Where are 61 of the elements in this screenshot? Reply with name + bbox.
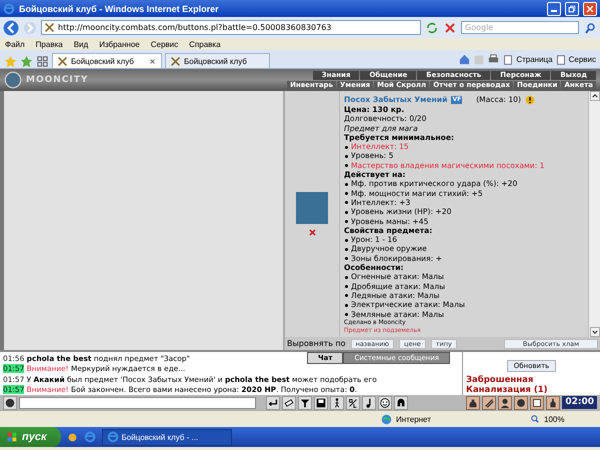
command-button[interactable]: Сервис — [568, 55, 596, 64]
search-field[interactable]: Google — [461, 21, 579, 34]
item-picture — [296, 192, 328, 224]
game-logo: MOONCITY — [26, 75, 88, 85]
person-icon[interactable] — [499, 396, 512, 408]
browser-logo-icon — [106, 431, 119, 443]
quick-tabs-icon[interactable] — [36, 55, 49, 68]
menu-item[interactable]: Избранное — [99, 40, 140, 48]
address-field[interactable]: http://mooncity.combats.com/buttons.pl?battle=0.50008360830763 — [41, 20, 421, 35]
smiley-icon[interactable] — [379, 396, 391, 408]
taskbar-button[interactable]: Бойцовский клуб - ... — [102, 428, 232, 446]
cross-icon[interactable] — [308, 228, 316, 236]
home-icon[interactable] — [458, 53, 472, 66]
security-zone: Интернет — [396, 414, 432, 424]
menu-item[interactable]: Сервис — [150, 40, 178, 48]
search-icon[interactable] — [583, 20, 597, 34]
menu-item[interactable]: Файл — [5, 40, 25, 48]
tab-close-icon[interactable] — [148, 56, 157, 66]
scroll-down-icon — [590, 328, 598, 336]
money-bag-icon[interactable] — [467, 396, 480, 408]
close-button[interactable] — [583, 2, 597, 16]
browser-launch-icon — [84, 431, 96, 443]
scroll-up-icon — [590, 92, 598, 100]
restore-button[interactable] — [565, 2, 579, 16]
globe-icon — [381, 414, 392, 424]
scrollbar[interactable] — [588, 91, 600, 337]
chat-input[interactable] — [19, 396, 256, 408]
emblem-icon — [4, 71, 22, 89]
favorites-star-icon[interactable] — [4, 55, 17, 68]
crossed-swords-icon — [57, 56, 68, 66]
coin-icon[interactable] — [515, 396, 528, 408]
info-icon[interactable] — [524, 95, 535, 105]
browser-logo-icon — [3, 2, 15, 14]
browser-tab[interactable]: Бойцовский клуб — [165, 53, 270, 68]
start-button[interactable]: пуск — [0, 427, 61, 447]
back-icon[interactable] — [3, 20, 19, 36]
command-button[interactable]: Страница — [516, 55, 553, 64]
close-icon — [585, 4, 595, 14]
box-icon[interactable] — [531, 396, 544, 408]
refresh-icon[interactable] — [425, 20, 439, 34]
location-name: Заброшенная Канализация (1) — [465, 375, 549, 395]
zoom-icon[interactable] — [530, 414, 540, 424]
menu-item[interactable]: Вид — [74, 40, 88, 48]
enter-arrow-icon[interactable] — [267, 396, 279, 408]
page-icon — [554, 54, 567, 66]
windows-flag-icon — [6, 431, 18, 443]
helmet-icon[interactable] — [395, 396, 407, 408]
crossed-swords-icon — [170, 56, 181, 66]
minimize-button[interactable] — [547, 2, 561, 16]
crossed-swords-icon — [44, 22, 55, 33]
zoom-level[interactable]: 100% — [544, 414, 594, 424]
menu-item[interactable]: Справка — [189, 40, 221, 48]
stop-icon[interactable] — [443, 20, 457, 34]
restore-icon — [567, 4, 577, 14]
page-icon — [502, 54, 514, 66]
minimize-icon — [551, 10, 557, 12]
browser-tab[interactable]: Бойцовский клуб — [52, 53, 162, 68]
menu-item[interactable]: Правка — [36, 40, 63, 48]
window-title: Бойцовский клуб - Windows Internet Explorer — [19, 4, 219, 14]
sort-label: Выровнять по — [287, 339, 346, 348]
clock: 02:00 — [562, 396, 597, 409]
